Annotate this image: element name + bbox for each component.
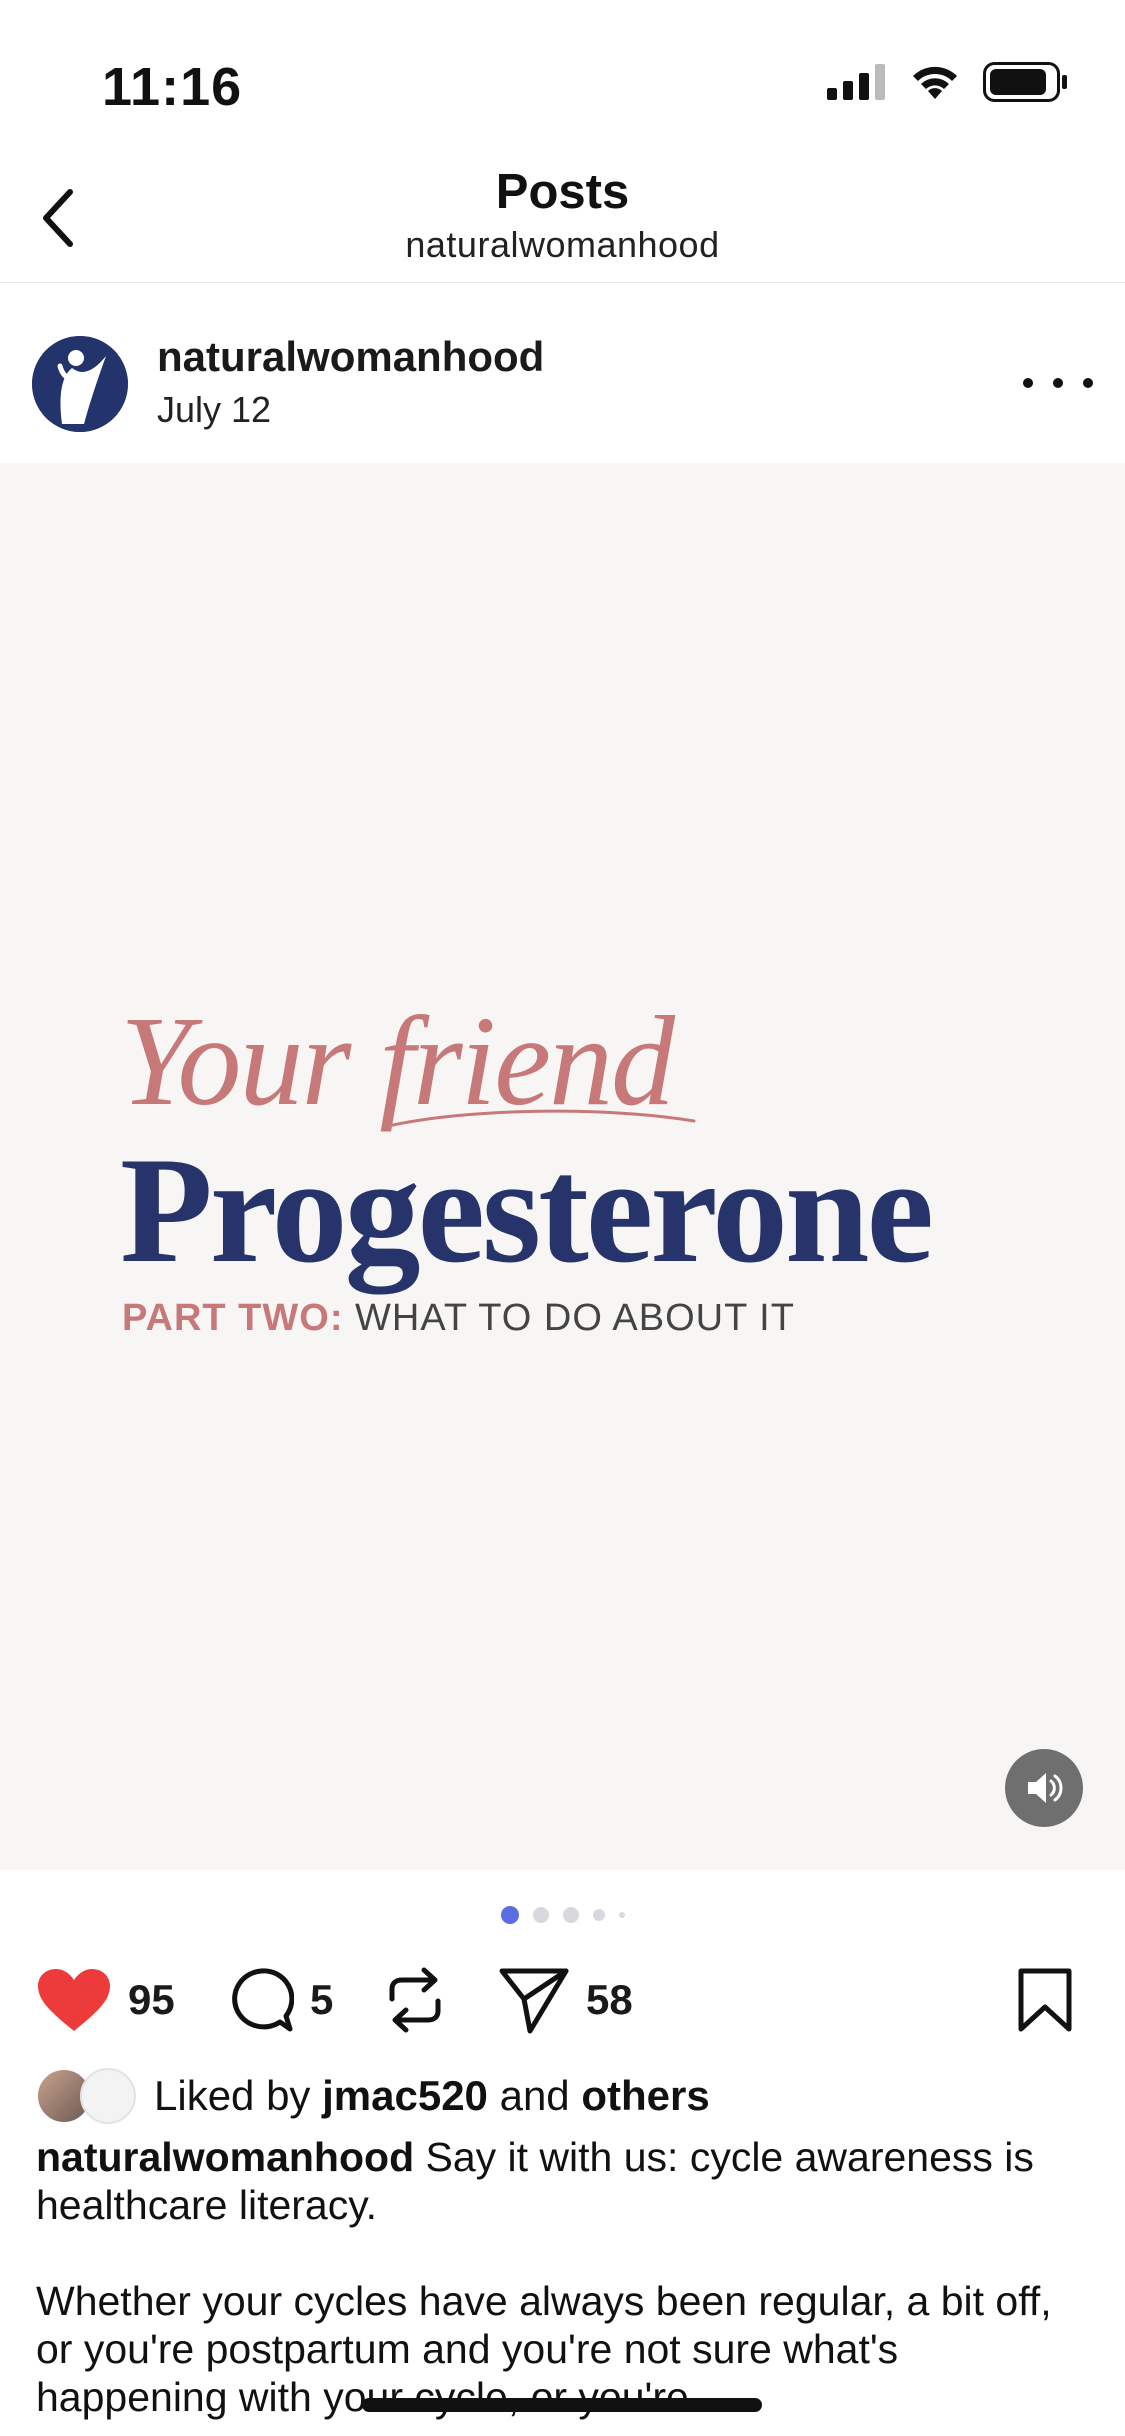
post-caption: naturalwomanhood Say it with us: cycle a… [36, 2133, 1096, 2436]
media-part-text: WHAT TO DO ABOUT IT [343, 1297, 795, 1339]
liked-by-mid: and [487, 2072, 582, 2119]
media-subheading: PART TWO: WHAT TO DO ABOUT IT [122, 1297, 795, 1340]
home-indicator [362, 2398, 762, 2412]
profile-avatar[interactable] [32, 336, 128, 432]
carousel-dot [618, 1912, 625, 1918]
status-bar: 11:16 [0, 0, 1125, 150]
comment-bubble-icon[interactable] [228, 1967, 294, 2033]
carousel-dot [592, 1909, 605, 1921]
shares-count[interactable]: 58 [586, 1976, 633, 2024]
repost-icon[interactable] [384, 1967, 446, 2033]
save-action [1016, 1955, 1074, 2045]
nav-header: Posts naturalwomanhood [0, 150, 1125, 283]
page-subtitle[interactable]: naturalwomanhood [0, 224, 1125, 266]
liked-by-row[interactable]: Liked by jmac520 and others [36, 2066, 710, 2126]
likes-count[interactable]: 95 [128, 1976, 175, 2024]
brand-logo-icon [32, 336, 128, 432]
battery-icon [983, 62, 1069, 107]
dot-icon [1053, 378, 1063, 388]
media-heading-line2: Progesterone [120, 1126, 934, 1294]
carousel-dot [500, 1906, 519, 1924]
liker-avatar [80, 2068, 136, 2124]
status-icons [827, 62, 1069, 107]
status-time: 11:16 [102, 57, 243, 117]
sound-toggle-button[interactable] [1005, 1749, 1083, 1827]
caption-first: naturalwomanhood Say it with us: cycle a… [36, 2133, 1096, 2229]
carousel-dot [532, 1907, 549, 1923]
comment-action: 5 [228, 1955, 333, 2045]
heart-filled-icon[interactable] [36, 1967, 112, 2033]
dot-icon [1083, 378, 1093, 388]
bookmark-icon[interactable] [1016, 1967, 1074, 2033]
liked-by-prefix: Liked by [154, 2072, 323, 2119]
comments-count[interactable]: 5 [310, 1976, 333, 2024]
screen: 11:16 Posts naturalwomanhood naturalwoma… [0, 0, 1125, 2436]
carousel-indicator [0, 1906, 1125, 1924]
liked-by-others[interactable]: others [581, 2072, 709, 2120]
speaker-icon [1028, 1773, 1063, 1803]
share-action: 58 [498, 1955, 633, 2045]
liked-by-user[interactable]: jmac520 [322, 2072, 488, 2120]
more-options-button[interactable] [1023, 363, 1093, 403]
page-title: Posts [495, 165, 630, 219]
media-part-label: PART TWO: [122, 1297, 344, 1339]
post-header: naturalwomanhood July 12 [0, 283, 1125, 463]
post-username[interactable]: naturalwomanhood [157, 333, 544, 381]
post-date: July 12 [157, 389, 272, 430]
caption-username[interactable]: naturalwomanhood [36, 2134, 414, 2180]
wifi-icon [909, 63, 961, 106]
dot-icon [1023, 378, 1033, 388]
send-icon[interactable] [498, 1965, 570, 2035]
liked-by-avatars [36, 2068, 140, 2124]
cellular-signal-icon [827, 64, 887, 105]
like-action: 95 [36, 1955, 175, 2045]
carousel-dot [562, 1907, 579, 1923]
repost-action [384, 1955, 446, 2045]
post-media[interactable]: Your friend Progesterone PART TWO: WHAT … [0, 463, 1125, 1870]
action-bar: 95 5 58 [0, 1955, 1125, 2045]
